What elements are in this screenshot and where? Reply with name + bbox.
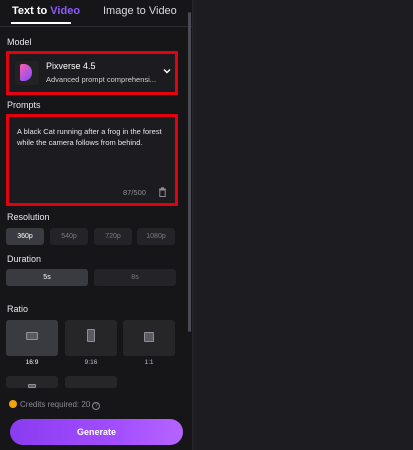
resolution-option-720p[interactable]: 720p bbox=[94, 228, 132, 245]
prompts-section-label: Prompts bbox=[7, 100, 41, 110]
resolution-option-540p[interactable]: 540p bbox=[50, 228, 88, 245]
ratio-more-icon bbox=[28, 384, 36, 388]
credits-info: Credits required: 20? bbox=[9, 400, 101, 410]
ratio-label-1-1: 1:1 bbox=[144, 359, 154, 366]
ratio-option-1-1[interactable] bbox=[123, 320, 175, 356]
model-selector[interactable]: Pixverse 4.5 Advanced prompt comprehensi… bbox=[6, 51, 178, 95]
resolution-section-label: Resolution bbox=[7, 212, 50, 222]
prompt-text[interactable]: A black Cat running after a frog in the … bbox=[17, 126, 173, 148]
panel-scrollbar[interactable] bbox=[188, 12, 191, 332]
ratio-section-label: Ratio bbox=[7, 304, 29, 314]
tab-image-to-video[interactable]: Image to Video bbox=[103, 5, 177, 17]
preview-canvas bbox=[198, 0, 413, 450]
resolution-option-1080p[interactable]: 1080p bbox=[137, 228, 175, 245]
tab-text-to-video-label: Text to bbox=[12, 5, 51, 17]
tab-text-to-video[interactable]: Text to Video bbox=[12, 5, 80, 17]
tab-text-to-video-accent: Video bbox=[50, 5, 81, 17]
ratio-label-16-9: 16:9 bbox=[25, 359, 39, 366]
mode-tabs: Text to Video Image to Video bbox=[0, 0, 193, 28]
duration-option-8s[interactable]: 8s bbox=[94, 269, 176, 286]
duration-section-label: Duration bbox=[7, 254, 42, 264]
tabs-divider bbox=[0, 26, 193, 27]
landscape-ratio-icon bbox=[26, 332, 38, 340]
duration-option-5s[interactable]: 5s bbox=[6, 269, 88, 286]
ratio-option-9-16[interactable] bbox=[65, 320, 117, 356]
model-description: Advanced prompt comprehensi... bbox=[46, 75, 157, 84]
resolution-option-360p[interactable]: 360p bbox=[6, 228, 44, 245]
ratio-option-more-1[interactable] bbox=[6, 376, 58, 388]
ratio-option-16-9[interactable] bbox=[6, 320, 58, 356]
portrait-ratio-icon bbox=[87, 329, 95, 342]
help-icon[interactable]: ? bbox=[92, 402, 101, 410]
ratio-option-more-2[interactable] bbox=[65, 376, 117, 388]
character-counter: 87/500 bbox=[123, 188, 146, 197]
prompt-textarea[interactable]: A black Cat running after a frog in the … bbox=[6, 114, 178, 206]
generate-button[interactable]: Generate bbox=[10, 419, 183, 445]
settings-panel: Text to Video Image to Video Model Pixve… bbox=[0, 0, 193, 450]
model-section-label: Model bbox=[7, 37, 32, 47]
square-ratio-icon bbox=[144, 332, 154, 342]
chevron-down-icon[interactable] bbox=[162, 66, 172, 76]
credits-text: Credits required: 20 bbox=[20, 400, 91, 409]
active-tab-indicator bbox=[11, 22, 71, 24]
coin-icon bbox=[9, 400, 17, 408]
ratio-label-9-16: 9:16 bbox=[84, 359, 98, 366]
trash-icon[interactable] bbox=[158, 187, 167, 197]
model-name: Pixverse 4.5 bbox=[46, 61, 96, 71]
model-logo-icon bbox=[15, 61, 39, 85]
